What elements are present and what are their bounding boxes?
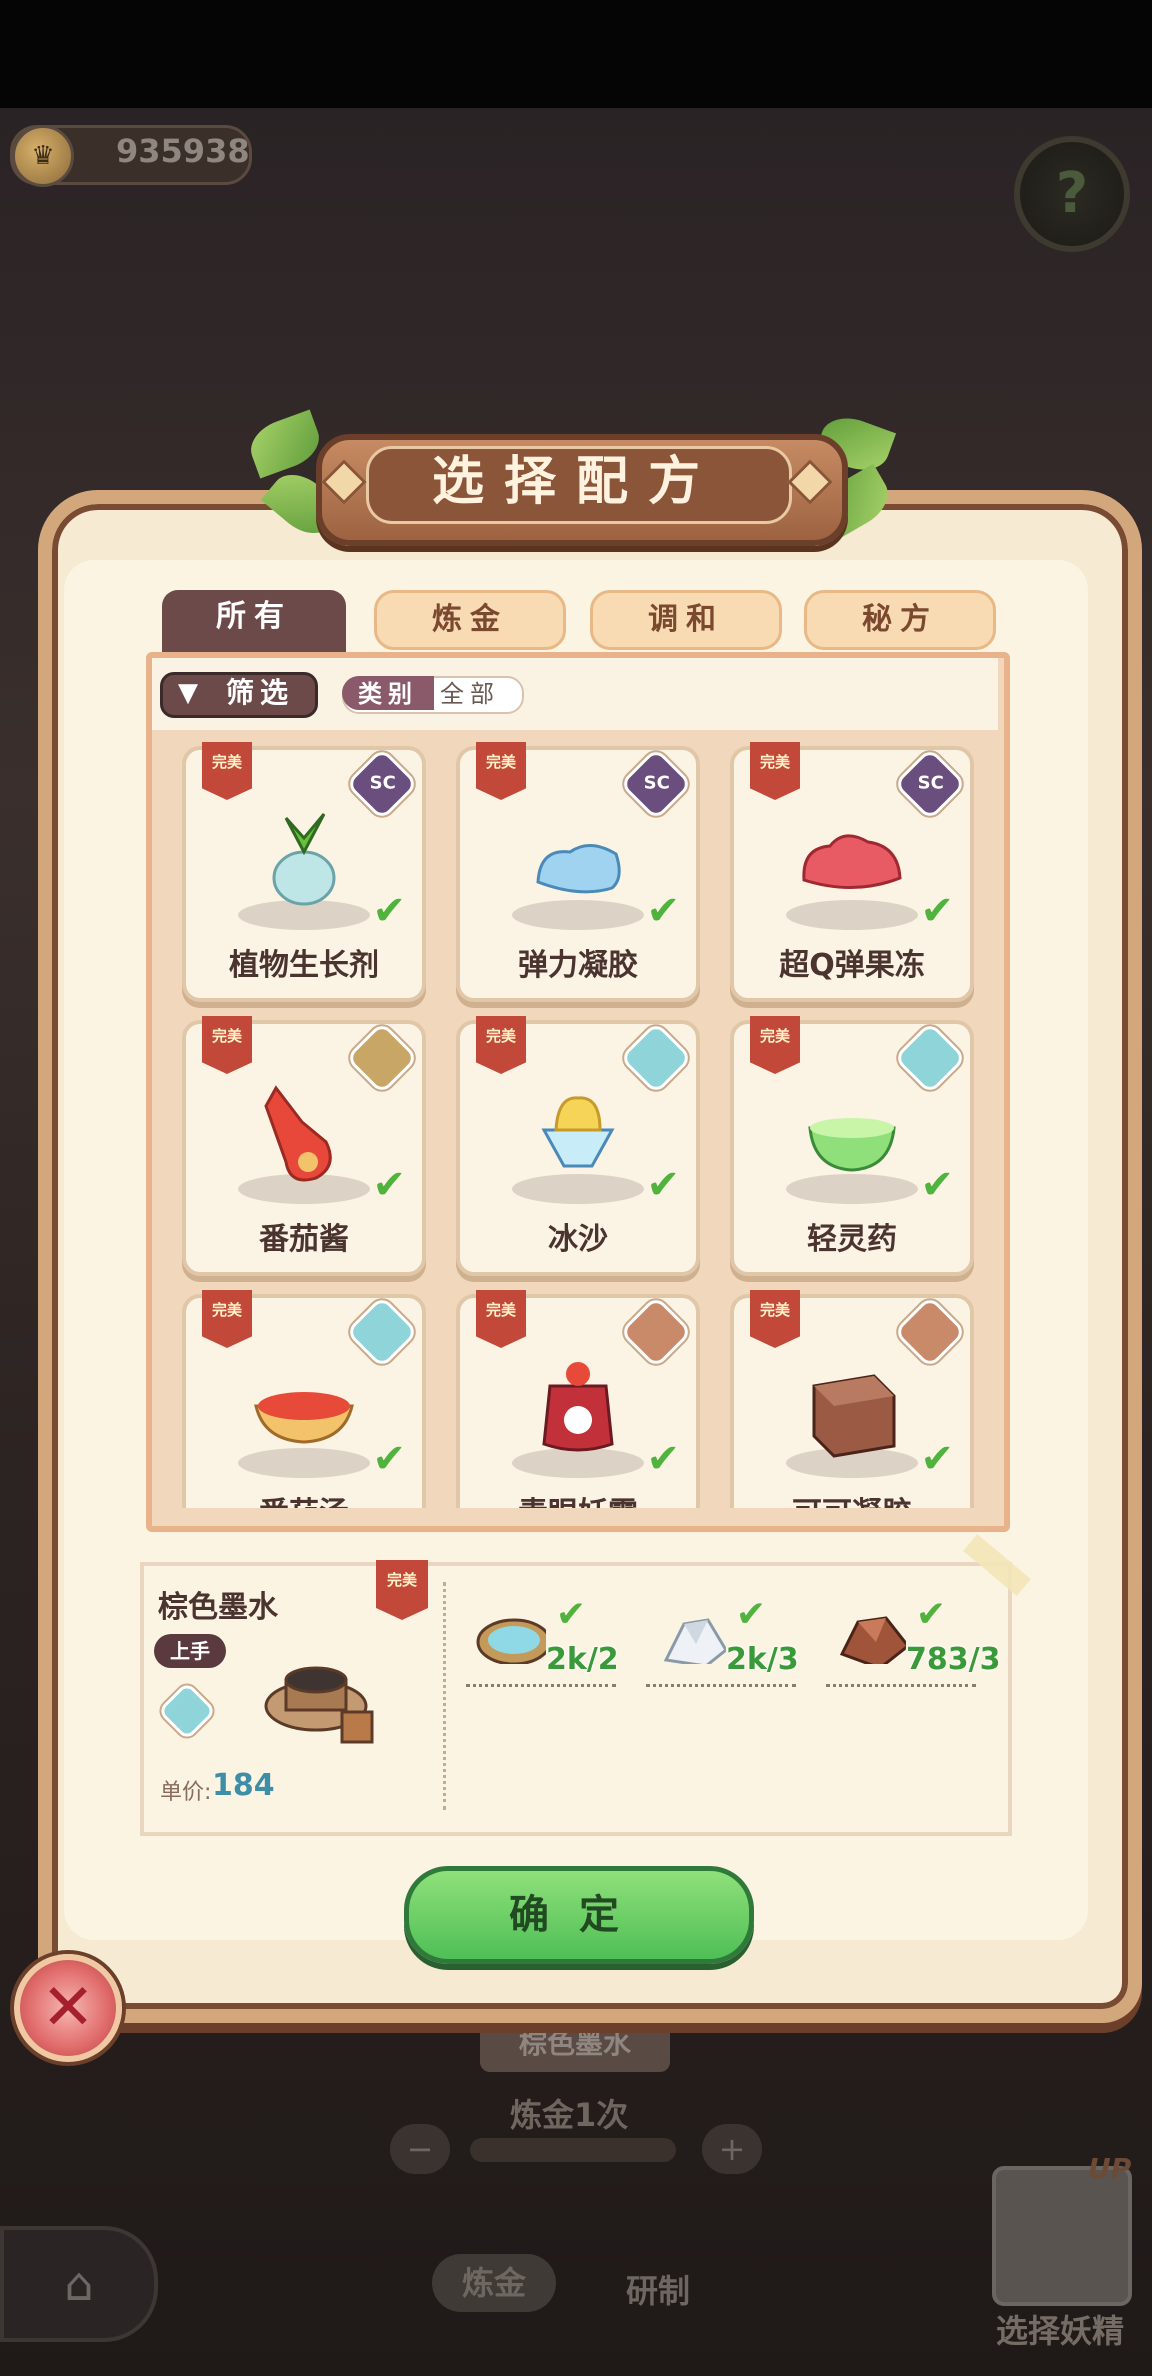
bottom-tab-research[interactable]: 研制 bbox=[626, 2266, 690, 2312]
recipe-card[interactable]: 完美 ✔ 冰沙 bbox=[456, 1016, 700, 1276]
recipe-card[interactable]: 完美 SC ✔ 植物生长剂 bbox=[182, 742, 426, 1002]
check-icon: ✔ bbox=[372, 1436, 406, 1482]
fairy-avatar[interactable] bbox=[992, 2166, 1132, 2306]
check-icon: ✔ bbox=[920, 888, 954, 934]
quality-badge: 完美 bbox=[202, 1290, 252, 1348]
home-button[interactable]: ⌂ bbox=[0, 2226, 158, 2342]
recipe-card[interactable]: 完美 ✔ 番茄汤 bbox=[182, 1290, 426, 1508]
recipe-name: 青眼妖露 bbox=[460, 1488, 696, 1508]
quality-badge: 完美 bbox=[202, 742, 252, 800]
ingredient-count: 2k/2 bbox=[546, 1642, 619, 1677]
check-icon: ✔ bbox=[646, 1436, 680, 1482]
category-value: 全部 bbox=[440, 680, 500, 708]
filter-label: 筛选 bbox=[226, 676, 295, 709]
recipe-name: 轻灵药 bbox=[807, 1222, 897, 1257]
price-label: 单价: bbox=[160, 1780, 212, 1805]
quality-badge: 完美 bbox=[202, 1016, 252, 1074]
check-icon: ✔ bbox=[372, 1162, 406, 1208]
plus-button[interactable]: + bbox=[702, 2124, 762, 2174]
check-icon: ✔ bbox=[735, 1594, 766, 1635]
ketchup-bottle-icon bbox=[264, 1085, 332, 1182]
rank-badge: 上手 bbox=[154, 1634, 226, 1668]
quality-badge: 完美 bbox=[750, 1290, 800, 1348]
quality-badge: 完美 bbox=[750, 742, 800, 800]
check-icon: ✔ bbox=[372, 888, 406, 934]
alchemy-count-slider[interactable] bbox=[470, 2138, 676, 2162]
recipe-card[interactable]: 完美 SC ✔ 超Q弹果冻 bbox=[730, 742, 974, 1002]
tab-secret[interactable]: 秘方 bbox=[804, 590, 996, 650]
white-crystal-icon bbox=[663, 1618, 726, 1664]
status-bar bbox=[0, 0, 1152, 108]
brown-ore-icon bbox=[839, 1616, 906, 1664]
up-label: UP bbox=[1088, 2152, 1132, 2185]
check-icon: ✔ bbox=[646, 1162, 680, 1208]
check-icon: ✔ bbox=[920, 1162, 954, 1208]
ingredient-3: ✔ 783/3 bbox=[826, 1594, 1000, 1687]
blue-water-dish-icon bbox=[476, 1618, 546, 1664]
funnel-icon: ▼ bbox=[178, 678, 198, 708]
recipe-card[interactable]: 完美 ✔ 轻灵药 bbox=[730, 1016, 974, 1276]
green-potion-bowl-icon bbox=[808, 1118, 896, 1172]
recipe-name: 可可凝胶 bbox=[734, 1488, 970, 1508]
plant-in-glass-bottle-icon bbox=[272, 813, 336, 906]
confirm-button[interactable]: 确定 bbox=[404, 1866, 754, 1964]
category-key: 类别 bbox=[342, 676, 434, 710]
recipe-name: 超Q弹果冻 bbox=[779, 948, 925, 983]
check-icon: ✔ bbox=[920, 1436, 954, 1482]
dotted-line bbox=[826, 1684, 976, 1687]
minus-button[interactable]: − bbox=[390, 2124, 450, 2174]
ingredient-1: ✔ 2k/2 bbox=[466, 1594, 619, 1687]
detail-recipe-name: 棕色墨水 bbox=[158, 1590, 278, 1625]
coin-value: 935938 bbox=[116, 132, 250, 170]
recipe-name: 冰沙 bbox=[548, 1222, 608, 1257]
blue-gel-icon bbox=[536, 844, 621, 894]
dotted-line bbox=[466, 1684, 616, 1687]
tomato-soup-icon bbox=[254, 1392, 354, 1444]
dotted-line bbox=[646, 1684, 796, 1687]
select-fairy-button[interactable]: 选择妖精 bbox=[996, 2306, 1124, 2352]
brown-ink-icon bbox=[264, 1666, 374, 1744]
chocolate-cube-icon bbox=[812, 1374, 896, 1458]
strawberry-jar-icon bbox=[542, 1362, 614, 1452]
alchemy-count-label: 炼金1次 bbox=[510, 2096, 629, 2134]
shaved-ice-icon bbox=[541, 1096, 615, 1168]
check-icon: ✔ bbox=[646, 888, 680, 934]
recipe-name: 番茄汤 bbox=[186, 1488, 422, 1508]
quality-badge: 完美 bbox=[476, 1290, 526, 1348]
tab-blend[interactable]: 调和 bbox=[590, 590, 782, 650]
red-jelly-icon bbox=[802, 834, 902, 889]
price-value: 184 bbox=[212, 1768, 275, 1803]
tab-all[interactable]: 所有 bbox=[162, 590, 346, 652]
recipe-card[interactable]: 完美 ✔ 番茄酱 bbox=[182, 1016, 426, 1276]
check-icon: ✔ bbox=[915, 1594, 946, 1635]
detail-divider bbox=[443, 1582, 446, 1810]
recipe-card[interactable]: 完美 SC ✔ 弹力凝胶 bbox=[456, 742, 700, 1002]
bottom-tab-alchemy[interactable]: 炼金 bbox=[432, 2254, 556, 2312]
quality-badge: 完美 bbox=[476, 742, 526, 800]
selected-item-plate: 棕色墨水 bbox=[480, 2016, 670, 2072]
ingredient-count: 2k/3 bbox=[726, 1642, 799, 1677]
tab-alchemy[interactable]: 炼金 bbox=[374, 590, 566, 650]
coin-icon: ♛ bbox=[12, 125, 74, 187]
recipe-name: 番茄酱 bbox=[259, 1222, 349, 1257]
recipe-name: 植物生长剂 bbox=[229, 948, 379, 983]
dialog-title: 选择配方 bbox=[431, 452, 720, 512]
quality-badge: 完美 bbox=[750, 1016, 800, 1074]
recipe-card[interactable]: 完美 ✔ 青眼妖露 bbox=[456, 1290, 700, 1508]
quality-badge: 完美 bbox=[476, 1016, 526, 1074]
close-icon[interactable]: ✕ bbox=[14, 1954, 122, 2062]
quality-badge: 完美 bbox=[376, 1560, 428, 1620]
ingredient-2: ✔ 2k/3 bbox=[646, 1594, 799, 1687]
recipe-name: 弹力凝胶 bbox=[518, 948, 638, 983]
recipe-card[interactable]: 完美 ✔ 可可凝胶 bbox=[730, 1290, 974, 1508]
help-icon[interactable]: ? bbox=[1014, 136, 1130, 252]
recipe-grid[interactable]: 完美 SC ✔ 植物生长剂 完美 SC ✔ 弹力凝胶 完美 SC ✔ 超Q弹果冻 完美 ✔ 番茄酱 完美 ✔ 冰沙… bbox=[152, 730, 998, 1508]
ingredient-count: 783/3 bbox=[906, 1642, 1001, 1677]
check-icon: ✔ bbox=[555, 1594, 586, 1635]
